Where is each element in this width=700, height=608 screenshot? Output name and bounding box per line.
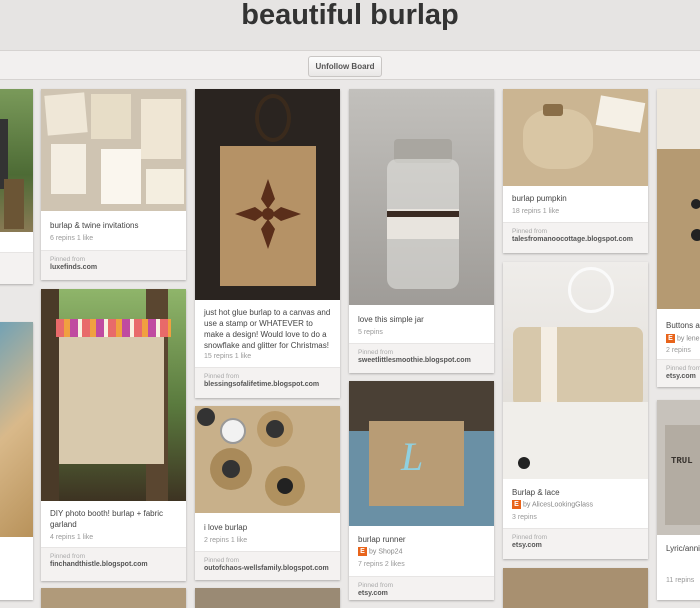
pin-description: Lyric/anni xyxy=(666,544,700,553)
pinned-from-label: Pinned from xyxy=(204,373,240,380)
pin-card[interactable] xyxy=(195,588,340,608)
pin-byline: Eby AlicesLookingGlass xyxy=(512,500,593,509)
pin-stats: 4 repins 1 like xyxy=(50,534,94,541)
pin-source-area[interactable]: Pinned from talesfromanoocottage.blogspo… xyxy=(503,222,648,253)
pin-description: Buttons a xyxy=(666,321,700,330)
pin-source-link[interactable]: etsy.com xyxy=(666,373,696,380)
pin-source-area[interactable]: Pinned from sweetlittlesmoothie.blogspot… xyxy=(349,343,494,373)
pin-card[interactable] xyxy=(0,322,33,600)
monogram-letter: L xyxy=(401,434,424,479)
pin-stats: 5 repins xyxy=(358,329,383,336)
pin-stats: 6 repins 1 like xyxy=(50,235,94,242)
pin-description: burlap & twine invitations xyxy=(50,221,139,230)
pin-description: DIY photo booth! burlap + fabric garland xyxy=(50,509,164,529)
pin-image[interactable] xyxy=(503,262,648,479)
pin-source-link[interactable]: luxefinds.com xyxy=(50,264,97,271)
pin-stats: 15 repins 1 like xyxy=(204,353,252,360)
pin-stats: 18 repins 1 like xyxy=(512,208,560,215)
pin-card[interactable]: just hot glue burlap to a canvas and use… xyxy=(195,89,340,398)
pin-stats: 3 repins xyxy=(512,514,537,521)
pin-image[interactable] xyxy=(349,89,494,305)
pin-source-area[interactable]: Pinned from etsy.com xyxy=(503,528,648,559)
etsy-icon: E xyxy=(512,500,521,509)
pin-byline: Eby lene xyxy=(666,334,700,343)
pin-description: Burlap & lace xyxy=(512,488,560,497)
pin-source-link[interactable]: talesfromanoocottage.blogspot.com xyxy=(512,236,633,243)
pin-description: i love burlap xyxy=(204,523,248,532)
pin-image[interactable] xyxy=(657,89,700,309)
pin-image[interactable] xyxy=(503,89,648,186)
pin-card[interactable] xyxy=(503,568,648,608)
pillow-text: TRUL xyxy=(671,456,693,466)
pin-card[interactable]: Buttons a Eby lene 2 repins Pinned from … xyxy=(657,89,700,387)
pin-card[interactable]: Burlap & lace Eby AlicesLookingGlass 3 r… xyxy=(503,262,648,559)
pin-image[interactable]: TRUL xyxy=(657,400,700,535)
pin-image[interactable] xyxy=(41,289,186,501)
board-toolbar: Unfollow Board xyxy=(0,51,700,80)
pin-image[interactable] xyxy=(0,89,33,232)
pin-source-link[interactable]: sweetlittlesmoothie.blogspot.com xyxy=(358,357,471,364)
pin-card[interactable]: i love burlap 2 repins 1 like Pinned fro… xyxy=(195,406,340,580)
pin-source-area[interactable]: Pinned from outofchaos-wellsfamily.blogs… xyxy=(195,551,340,580)
pin-card[interactable]: TRUL Lyric/anni 11 repins xyxy=(657,400,700,600)
pin-byline-text: by lene xyxy=(677,335,700,343)
pin-description: burlap runner xyxy=(358,535,406,544)
pinned-from-label: Pinned from xyxy=(512,228,548,235)
etsy-icon: E xyxy=(666,334,675,343)
pinned-from-label: Pinned from xyxy=(358,349,394,356)
pin-description: just hot glue burlap to a canvas and use… xyxy=(204,308,331,350)
pin-stats: 7 repins 2 likes xyxy=(358,561,405,568)
pin-image[interactable]: L xyxy=(349,381,494,526)
pin-image[interactable] xyxy=(0,322,33,537)
pin-source-link[interactable]: etsy.com xyxy=(512,542,542,549)
pin-card[interactable]: love this simple jar 5 repins Pinned fro… xyxy=(349,89,494,373)
pin-source-area[interactable]: Pinned from finchandthistle.blogspot.com xyxy=(41,547,186,581)
pin-source-link[interactable]: etsy.com xyxy=(358,590,388,597)
board-title: beautiful burlap xyxy=(241,0,459,31)
pin-card[interactable] xyxy=(41,588,186,608)
pinned-from-label: Pinned from xyxy=(358,582,394,589)
unfollow-board-button[interactable]: Unfollow Board xyxy=(308,56,382,77)
pin-image[interactable] xyxy=(503,568,648,608)
pin-description: love this simple jar xyxy=(358,315,424,324)
board-header: beautiful burlap xyxy=(0,0,700,51)
pin-stats: 11 repins xyxy=(666,577,695,584)
pin-image[interactable] xyxy=(41,588,186,608)
pin-byline: Eby Shop24 xyxy=(358,547,402,556)
pin-source-area[interactable]: Pinned from etsy.com xyxy=(349,576,494,600)
fleur-stamp-icon xyxy=(235,179,301,249)
pin-card[interactable]: L burlap runner Eby Shop24 7 repins 2 li… xyxy=(349,381,494,600)
pin-source-area xyxy=(0,252,33,284)
pinned-from-label: Pinned from xyxy=(666,365,700,372)
pin-card[interactable]: burlap pumpkin 18 repins 1 like Pinned f… xyxy=(503,89,648,253)
pin-byline-text: by Shop24 xyxy=(369,548,403,556)
pin-source-link[interactable]: blessingsofalifetime.blogspot.com xyxy=(204,381,319,388)
etsy-icon: E xyxy=(358,547,367,556)
pin-description: burlap pumpkin xyxy=(512,194,567,203)
pin-image[interactable] xyxy=(41,89,186,211)
pinned-from-label: Pinned from xyxy=(50,256,86,263)
pin-card[interactable]: burlap & twine invitations 6 repins 1 li… xyxy=(41,89,186,280)
pin-stats: 2 repins xyxy=(666,347,691,354)
pin-source-area[interactable]: Pinned from luxefinds.com xyxy=(41,250,186,280)
pin-card[interactable]: DIY photo booth! burlap + fabric garland… xyxy=(41,289,186,581)
pinned-from-label: Pinned from xyxy=(512,534,548,541)
pin-source-link[interactable]: outofchaos-wellsfamily.blogspot.com xyxy=(204,565,329,572)
pin-source-link[interactable]: finchandthistle.blogspot.com xyxy=(50,561,148,568)
pinned-from-label: Pinned from xyxy=(204,557,240,564)
pin-source-area[interactable]: Pinned from blessingsofalifetime.blogspo… xyxy=(195,367,340,398)
pin-byline-text: by AlicesLookingGlass xyxy=(523,501,594,509)
pin-stats: 2 repins 1 like xyxy=(204,537,248,544)
pin-image[interactable] xyxy=(195,89,340,300)
pin-image[interactable] xyxy=(195,406,340,513)
pinned-from-label: Pinned from xyxy=(50,553,86,560)
pin-card[interactable] xyxy=(0,89,33,284)
pin-image[interactable] xyxy=(195,588,340,608)
pin-source-area[interactable]: Pinned from etsy.com xyxy=(657,359,700,387)
